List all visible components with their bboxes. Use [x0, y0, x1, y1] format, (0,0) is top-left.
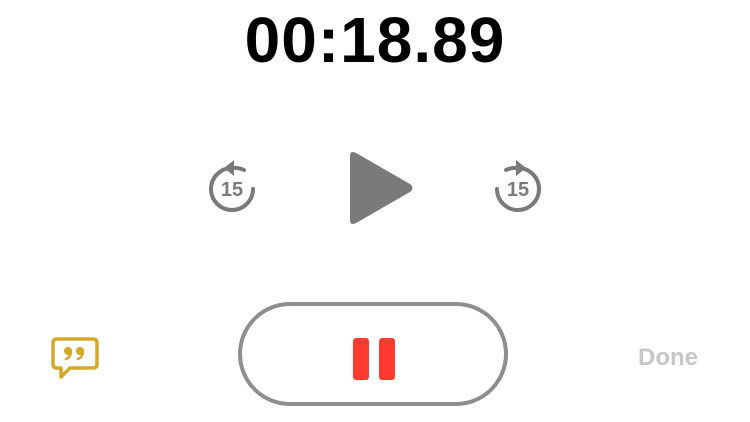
play-icon	[350, 152, 413, 224]
skip-forward-15-button[interactable]: 15	[486, 156, 550, 220]
done-button[interactable]: Done	[620, 338, 716, 378]
skip-forward-seconds-label: 15	[506, 179, 530, 201]
elapsed-time-display: 00:18.89	[244, 4, 506, 76]
pause-icon	[353, 338, 369, 380]
transcript-button[interactable]	[50, 336, 100, 382]
pause-icon	[379, 338, 395, 380]
skip-back-seconds-label: 15	[220, 179, 244, 201]
play-button[interactable]	[338, 148, 418, 228]
playback-controls: 15 15	[0, 140, 750, 236]
transcript-quote-bubble-icon	[51, 337, 99, 379]
skip-back-15-button[interactable]: 15	[200, 156, 264, 220]
voice-memo-recorder: 00:18.89 15 15 Done	[0, 0, 750, 422]
record-pause-button[interactable]	[238, 302, 508, 406]
